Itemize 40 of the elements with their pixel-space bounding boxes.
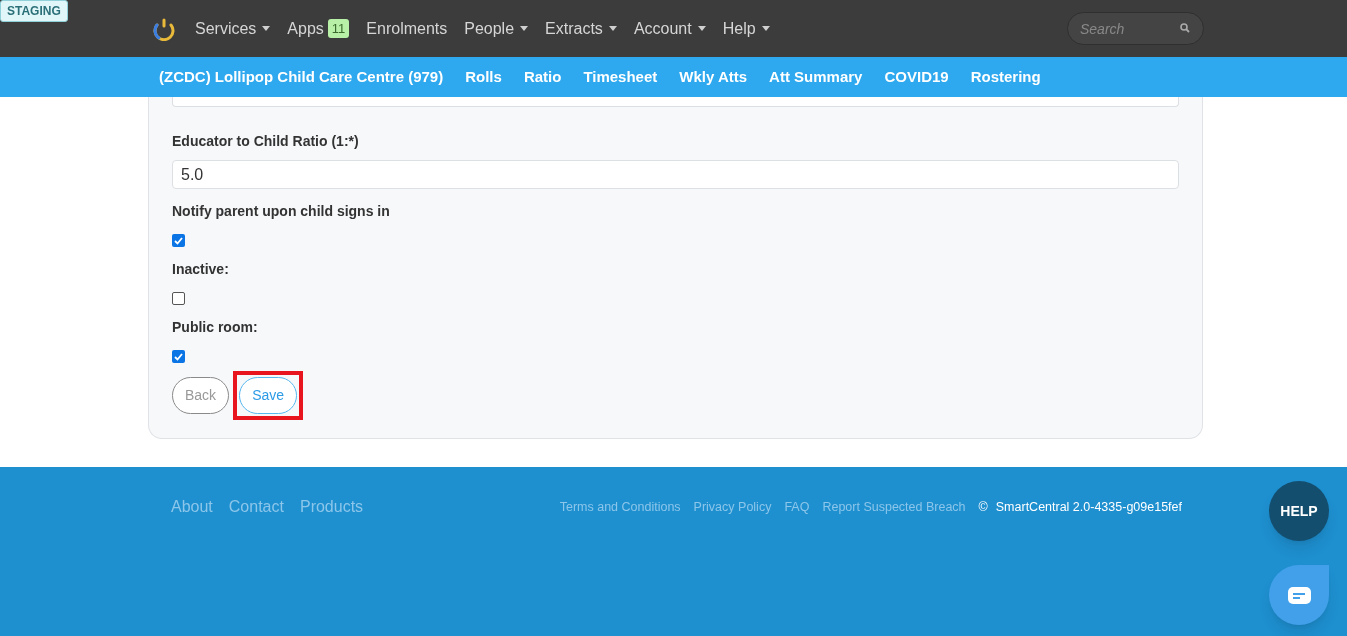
logo-icon[interactable]: [153, 16, 175, 41]
nav-link[interactable]: Services: [195, 16, 271, 41]
nav-link[interactable]: Account: [633, 16, 706, 41]
footer-link[interactable]: Products: [299, 495, 364, 519]
checkbox[interactable]: [172, 292, 185, 305]
checkbox[interactable]: [172, 234, 185, 247]
footer-link[interactable]: Contact: [228, 495, 284, 519]
nav-link[interactable]: Extracts: [545, 16, 617, 41]
sub-nav-link[interactable]: Wkly Atts: [679, 65, 748, 89]
footer-link[interactable]: Report Suspected Breach: [822, 498, 966, 517]
back-button[interactable]: Back: [172, 377, 230, 414]
footer-link[interactable]: FAQ: [784, 498, 810, 517]
sub-nav-link[interactable]: Rostering: [970, 65, 1041, 89]
chat-icon: [1287, 586, 1311, 604]
checkbox[interactable]: [172, 350, 185, 363]
nav-link[interactable]: Enrolments: [366, 16, 448, 41]
footer-link[interactable]: Privacy Policy: [693, 498, 772, 517]
field-label: Public room:: [172, 318, 259, 337]
copyright-text: © SmartCentral 2.0-4335-g09e15fef: [978, 499, 1182, 516]
field-label: Inactive:: [172, 260, 230, 279]
nav-link[interactable]: Help: [722, 16, 770, 41]
search-icon[interactable]: [1180, 23, 1190, 33]
nav-link[interactable]: People: [464, 16, 529, 41]
sub-nav-link[interactable]: Timesheet: [583, 65, 658, 89]
sub-nav-link[interactable]: Att Summary: [769, 65, 863, 89]
field-label: Notify parent upon child signs in: [172, 202, 391, 221]
footer-link[interactable]: About: [171, 495, 213, 519]
field-label: Educator to Child Ratio (1:*): [172, 132, 360, 151]
select-field[interactable]: [172, 97, 1179, 107]
sub-nav-link[interactable]: Rolls: [465, 65, 502, 89]
save-button[interactable]: Save: [239, 377, 298, 414]
sub-nav-link[interactable]: COVID19: [884, 65, 949, 89]
nav-link[interactable]: Apps 11: [287, 16, 350, 41]
sub-nav-link[interactable]: (ZCDC) Lollipop Child Care Centre (979): [159, 65, 444, 89]
environment-badge: STAGING: [0, 0, 68, 22]
footer-link[interactable]: Terms and Conditions: [559, 498, 681, 517]
ratio-input[interactable]: 5.0: [172, 160, 1179, 189]
sub-nav-link[interactable]: Ratio: [523, 65, 562, 89]
count-badge: 11: [327, 18, 350, 39]
search-field[interactable]: Search: [1067, 12, 1204, 45]
